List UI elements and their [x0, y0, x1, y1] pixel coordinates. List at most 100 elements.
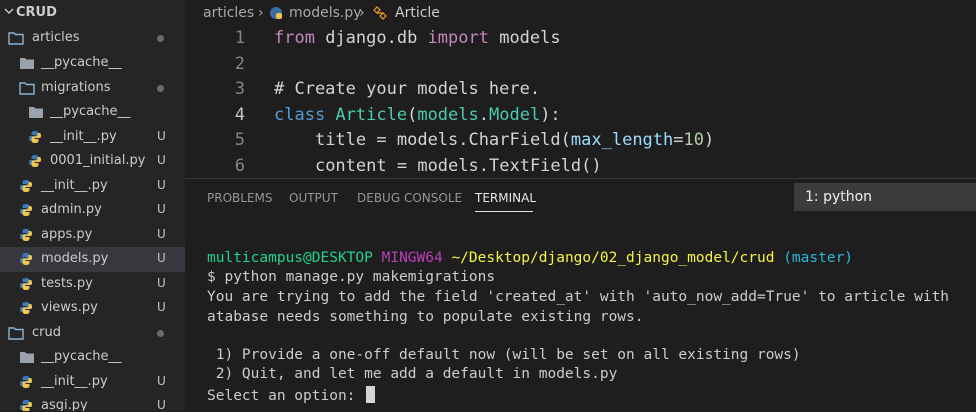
tree-folder-item[interactable]: crud: [0, 321, 185, 346]
folder-open-icon: [8, 326, 24, 340]
tree-file-item[interactable]: models.py U: [0, 247, 185, 272]
terminal-input-line[interactable]: Select an option:: [207, 386, 376, 404]
folder-open-icon: [19, 81, 35, 95]
terminal-command: $ python manage.py makemigrations: [207, 269, 496, 285]
tree-folder-item[interactable]: __pycache__: [0, 345, 185, 370]
breadcrumb-folder[interactable]: articles: [203, 5, 254, 21]
tree-file-item[interactable]: tests.py U: [0, 272, 185, 297]
code-line-4: 4 class Article(models.Model):: [185, 103, 976, 129]
tab-output[interactable]: OUTPUT: [289, 191, 338, 205]
untracked-badge: U: [157, 300, 166, 314]
python-file-icon: [28, 130, 44, 144]
chevron-right-icon: ›: [359, 5, 365, 21]
untracked-badge: U: [157, 226, 166, 241]
folder-open-icon: [8, 31, 24, 45]
tree-item-label: admin.py: [41, 202, 102, 217]
line-number: 2: [234, 53, 245, 74]
line-number: 1: [234, 28, 245, 48]
python-file-icon: [19, 203, 35, 217]
tree-item-label: __pycache__: [50, 104, 131, 119]
terminal-option: 1) Provide a one-off default now (will b…: [207, 347, 801, 363]
tree-file-item[interactable]: admin.py U: [0, 198, 185, 223]
python-file-icon: [19, 252, 35, 266]
tree-file-item[interactable]: asgi.py U: [0, 394, 185, 411]
terminal-select-value: 1: python: [805, 189, 873, 205]
tree-item-label: asgi.py: [41, 398, 88, 411]
python-file-icon: [19, 375, 35, 389]
breadcrumb-file[interactable]: models.py: [289, 5, 362, 21]
folder-icon: [28, 105, 44, 119]
terminal-prompt-line: multicampus@DESKTOP MINGW64 ~/Desktop/dj…: [207, 250, 854, 266]
tree-file-item[interactable]: 0001_initial.py U: [0, 149, 185, 174]
python-file-icon: [269, 6, 283, 24]
tree-item-label: crud: [32, 325, 61, 340]
untracked-badge: U: [157, 128, 166, 143]
tree-item-label: views.py: [41, 300, 98, 315]
explorer-root-header[interactable]: CRUD: [0, 2, 185, 24]
tree-item-label: __init__.py: [50, 128, 117, 144]
terminal-select[interactable]: 1: python: [794, 183, 976, 211]
python-file-icon: [28, 154, 44, 168]
modified-dot-indicator: [157, 35, 164, 42]
tree-item-label: __init__.py: [41, 177, 108, 193]
tree-file-item[interactable]: __init__.py U: [0, 370, 185, 395]
explorer-sidebar: CRUD articles __pycache__ migrations __pyca…: [0, 0, 185, 411]
tab-debug-console[interactable]: DEBUG CONSOLE: [357, 191, 462, 205]
untracked-badge: U: [157, 275, 166, 290]
tree-folder-item[interactable]: __pycache__: [0, 51, 185, 76]
tree-file-item[interactable]: __init__.py U: [0, 174, 185, 199]
line-number: 3: [234, 79, 245, 99]
active-tab-indicator: [475, 211, 533, 212]
tree-folder-item[interactable]: articles: [0, 26, 185, 51]
code-comment: # Create your models here.: [274, 79, 541, 99]
bottom-panel: PROBLEMS OUTPUT DEBUG CONSOLE TERMINAL 1…: [185, 178, 976, 412]
terminal-output: atabase needs something to populate exis…: [207, 309, 644, 325]
tree-file-item[interactable]: __init__.py U: [0, 125, 185, 150]
breadcrumb-symbol[interactable]: Article: [395, 5, 440, 21]
line-number: 5: [234, 130, 245, 150]
explorer-root-label: CRUD: [16, 5, 57, 20]
untracked-badge: U: [157, 398, 166, 411]
python-file-icon: [19, 399, 35, 411]
code-text: title = models.CharField(max_length=10): [314, 130, 715, 150]
tree-item-label: __init__.py: [41, 374, 108, 389]
terminal-option: 2) Quit, and let me add a default in mod…: [207, 366, 618, 382]
tree-item-label: 0001_initial.py: [50, 153, 146, 168]
folder-icon: [19, 56, 35, 70]
untracked-badge: U: [157, 374, 166, 388]
tree-item-label: tests.py: [41, 275, 93, 291]
untracked-badge: U: [157, 153, 166, 167]
code-editor[interactable]: articles › models.py › Article 1 from dj…: [185, 0, 976, 178]
modified-dot-indicator: [157, 84, 164, 92]
python-file-icon: [19, 301, 35, 315]
tab-terminal[interactable]: TERMINAL: [475, 191, 536, 205]
tree-item-label: articles: [32, 30, 80, 45]
python-file-icon: [19, 277, 35, 291]
breadcrumb: articles › models.py › Article: [185, 0, 976, 26]
modified-dot-indicator: [157, 330, 164, 337]
python-file-icon: [19, 179, 35, 193]
line-number: 4: [234, 104, 245, 125]
tree-folder-item[interactable]: __pycache__: [0, 100, 185, 125]
tree-folder-item[interactable]: migrations: [0, 76, 185, 101]
tree-file-item[interactable]: apps.py U: [0, 223, 185, 248]
chevron-right-icon: ›: [258, 5, 264, 21]
tree-item-label: __pycache__: [41, 349, 122, 364]
code-text: content = models.TextField(): [314, 155, 602, 176]
code-line-5: 5 title = models.CharField(max_length=10…: [185, 128, 976, 154]
tab-problems[interactable]: PROBLEMS: [207, 191, 273, 205]
untracked-badge: U: [157, 177, 166, 192]
tree-item-label: migrations: [41, 79, 111, 95]
code-text: class Article(models.Model):: [274, 104, 561, 125]
tree-file-item[interactable]: views.py U: [0, 296, 185, 321]
code-text: from django.db import models: [274, 28, 561, 48]
line-number: 6: [234, 155, 245, 176]
code-line-3: 3 # Create your models here.: [185, 77, 976, 103]
folder-icon: [19, 350, 35, 364]
terminal-cursor: [366, 386, 376, 403]
tree-item-label: __pycache__: [41, 55, 122, 70]
python-file-icon: [19, 228, 35, 242]
code-line-2: 2: [185, 52, 976, 78]
code-line-6: 6 content = models.TextField(): [185, 154, 976, 180]
tree-item-label: apps.py: [41, 226, 93, 242]
